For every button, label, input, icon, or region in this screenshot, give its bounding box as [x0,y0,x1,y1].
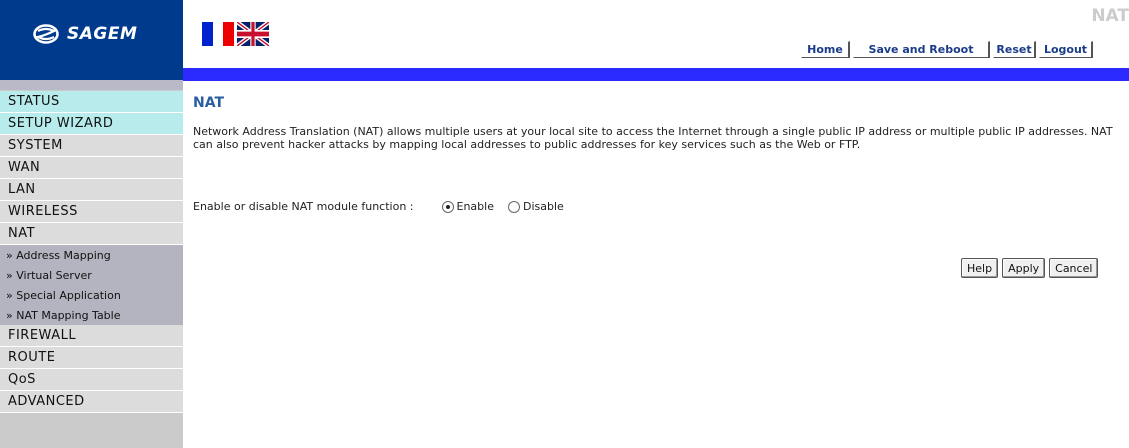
sidebar-item-wan[interactable]: WAN [0,157,183,179]
language-flags [202,22,269,46]
sidebar-item-status[interactable]: STATUS [0,91,183,113]
logout-button[interactable]: Logout [1039,41,1093,58]
sidebar-item-nat[interactable]: NAT [0,223,183,245]
page-title: NAT [193,95,225,111]
corner-page-title: NAT [1091,6,1129,26]
sagem-logo-icon [33,24,59,44]
sidebar-item-wireless[interactable]: WIRELESS [0,201,183,223]
sidebar-item-route[interactable]: ROUTE [0,347,183,369]
sidebar-item-system[interactable]: SYSTEM [0,135,183,157]
sidebar-subitem-nat-mapping-table[interactable]: » NAT Mapping Table [0,305,183,325]
home-button[interactable]: Home [801,41,850,58]
nat-enable-radio[interactable] [441,200,454,213]
sidebar-item-advanced[interactable]: ADVANCED [0,391,183,413]
nat-enable-label: Enable [456,200,494,213]
page-description: Network Address Translation (NAT) allows… [193,125,1113,151]
reset-button[interactable]: Reset [993,41,1036,58]
nat-enable-option[interactable]: Enable [441,200,494,213]
sidebar-menu: STATUS SETUP WIZARD SYSTEM WAN LAN WIREL… [0,91,183,413]
sidebar-item-firewall[interactable]: FIREWALL [0,325,183,347]
cancel-button[interactable]: Cancel [1049,258,1099,278]
sidebar-subitem-virtual-server[interactable]: » Virtual Server [0,265,183,285]
nat-disable-option[interactable]: Disable [507,200,564,213]
nat-toggle-label: Enable or disable NAT module function : [193,200,414,213]
save-and-reboot-button[interactable]: Save and Reboot [853,41,990,58]
sidebar-item-setup-wizard[interactable]: SETUP WIZARD [0,113,183,135]
nat-toggle-row: Enable or disable NAT module function : … [193,200,564,213]
uk-flag-icon[interactable] [237,22,269,46]
nat-disable-radio[interactable] [507,200,520,213]
top-nav: Home Save and Reboot Reset Logout [801,41,1093,58]
sidebar-item-qos[interactable]: QoS [0,369,183,391]
apply-button[interactable]: Apply [1002,258,1046,278]
help-button[interactable]: Help [961,258,999,278]
logo: SAGEM [0,0,183,70]
action-buttons: Help Apply Cancel [957,258,1099,278]
sidebar-item-lan[interactable]: LAN [0,179,183,201]
french-flag-icon[interactable] [202,22,235,46]
sidebar-subitem-special-application[interactable]: » Special Application [0,285,183,305]
nat-disable-label: Disable [522,200,564,213]
logo-text: SAGEM [67,24,138,44]
sidebar-top-divider [0,80,183,90]
sidebar-subitem-address-mapping[interactable]: » Address Mapping [0,245,183,265]
